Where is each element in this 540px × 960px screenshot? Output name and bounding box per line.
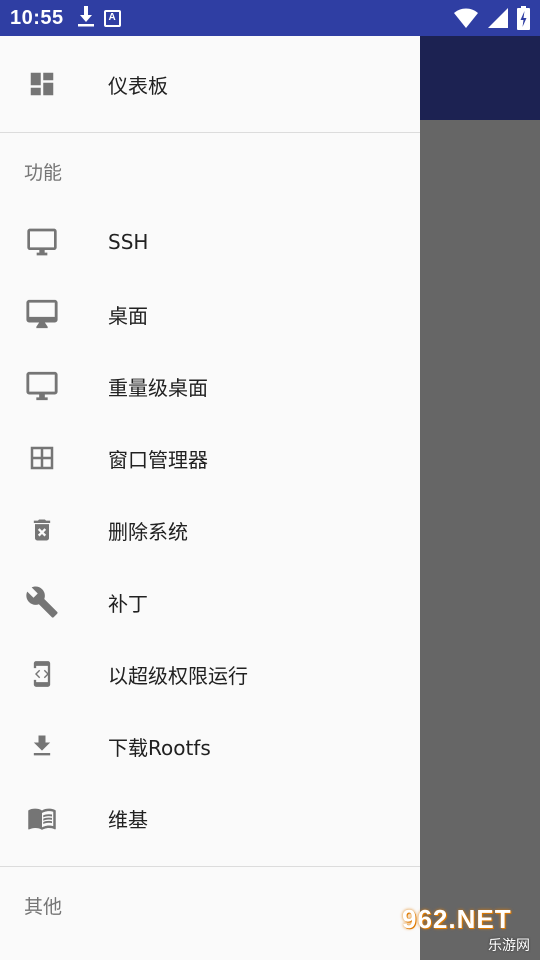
drawer-item-wiki[interactable]: 维基: [0, 782, 420, 854]
drawer-item-label: 窗口管理器: [108, 447, 208, 472]
watermark-bottom: 乐游网: [488, 938, 530, 954]
drawer-item-run-as-root[interactable]: 以超级权限运行: [0, 638, 420, 710]
book-icon: [24, 800, 60, 836]
drawer-item-ssh[interactable]: SSH: [0, 206, 420, 278]
drawer-item-label: 维基: [108, 807, 148, 832]
drawer-item-label: 下载Rootfs: [108, 735, 211, 760]
drawer-scrim[interactable]: [420, 120, 540, 960]
divider: [0, 132, 420, 133]
drawer-item-window-manager[interactable]: 窗口管理器: [0, 422, 420, 494]
status-time: 10:55: [10, 6, 64, 29]
divider: [0, 866, 420, 867]
watermark-top: 962.NET: [402, 904, 512, 934]
monitor-outline-icon: [24, 368, 60, 404]
drawer-item-label: 删除系统: [108, 519, 188, 544]
monitor-icon: [24, 224, 60, 260]
drawer-item-heavy-desktop[interactable]: 重量级桌面: [0, 350, 420, 422]
drawer-item-label: 重量级桌面: [108, 375, 208, 400]
drawer-item-label: 桌面: [108, 303, 148, 328]
watermark-logo: 962.NET 乐游网: [402, 904, 534, 956]
wrench-icon: [24, 584, 60, 620]
wifi-icon: [453, 7, 479, 33]
drawer-item-delete-system[interactable]: 删除系统: [0, 494, 420, 566]
drawer-item-dashboard[interactable]: 仪表板: [0, 48, 420, 120]
trash-icon: [24, 512, 60, 548]
status-bar: 10:55 A: [0, 0, 540, 36]
section-header-features: 功能: [24, 162, 63, 184]
keyboard-a-letter: A: [108, 12, 116, 23]
navigation-drawer: 仪表板 功能 SSH 桌面 重量级桌面 窗口管理器 删除系统 补丁 以超级权限运…: [0, 36, 420, 960]
dashboard-icon: [24, 66, 60, 102]
drawer-item-desktop[interactable]: 桌面: [0, 278, 420, 350]
drawer-item-label: 仪表板: [108, 73, 168, 98]
drawer-item-label: SSH: [108, 230, 149, 254]
cell-signal-icon: [487, 7, 509, 33]
grid-window-icon: [24, 440, 60, 476]
battery-charging-icon: [517, 6, 530, 34]
code-device-icon: [24, 656, 60, 692]
desktop-icon: [24, 296, 60, 332]
drawer-item-download-rootfs[interactable]: 下载Rootfs: [0, 710, 420, 782]
drawer-item-label: 补丁: [108, 591, 148, 616]
keyboard-a-icon: A: [103, 9, 121, 27]
download-icon: [76, 5, 96, 31]
drawer-item-label: 以超级权限运行: [108, 663, 248, 688]
app-toolbar-behind: [420, 36, 540, 120]
download-icon: [24, 728, 60, 764]
drawer-item-patch[interactable]: 补丁: [0, 566, 420, 638]
section-header-other: 其他: [24, 896, 63, 918]
